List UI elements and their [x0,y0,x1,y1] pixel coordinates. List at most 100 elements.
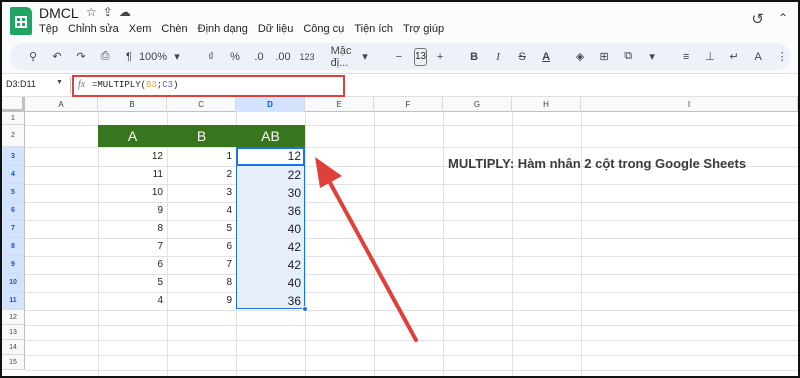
column-header[interactable]: H [512,97,581,112]
header-cell-b[interactable]: B [167,125,236,147]
sheets-logo-icon[interactable] [10,7,32,35]
currency-format-button[interactable]: ₫ [200,46,222,68]
menu-item[interactable]: Tệp [39,23,58,35]
select-all-corner[interactable] [2,97,25,112]
menu-item[interactable]: Chỉnh sửa [68,23,119,35]
row-header[interactable]: 2 [2,125,25,147]
cell-d5[interactable]: 30 [236,184,301,202]
menu-item[interactable]: Chèn [161,23,187,35]
column-header[interactable]: G [443,97,512,112]
cell-d7[interactable]: 40 [236,220,301,238]
cell-b10[interactable]: 5 [98,274,163,292]
cell-d11[interactable]: 36 [236,292,301,310]
version-history-icon[interactable]: ↺ [751,10,764,28]
cell-d4[interactable]: 22 [236,166,301,184]
cell-c9[interactable]: 7 [167,256,232,274]
collapse-menu-icon[interactable]: ⌃ [778,11,788,25]
print-icon[interactable]: ⎙ [94,46,116,68]
cell-b5[interactable]: 10 [98,184,163,202]
column-header[interactable]: D [236,97,305,112]
merge-cells-icon[interactable]: ⧉ [617,46,639,68]
text-color-button[interactable]: A [535,46,557,68]
row-header[interactable]: 13 [2,325,25,340]
cell-d9[interactable]: 42 [236,256,301,274]
menu-item[interactable]: Công cụ [303,23,344,35]
cell-c6[interactable]: 4 [167,202,232,220]
row-header[interactable]: 4 [2,166,25,184]
cell-c7[interactable]: 5 [167,220,232,238]
text-wrap-icon[interactable]: ↵ [723,46,745,68]
cloud-status-icon[interactable]: ☁ [119,5,131,19]
formula-input[interactable]: =MULTIPLY(B3;C3) [92,80,178,90]
text-rotation-icon[interactable]: A [747,46,769,68]
row-header[interactable]: 8 [2,238,25,256]
font-size-input[interactable]: 13 [414,47,428,66]
font-chevron-down-icon[interactable]: ▾ [354,46,376,68]
cell-b11[interactable]: 4 [98,292,163,310]
column-header[interactable]: E [305,97,374,112]
row-header[interactable]: 6 [2,202,25,220]
font-size-decrease-icon[interactable]: − [388,46,410,68]
column-header[interactable]: C [167,97,236,112]
name-box-chevron-down-icon[interactable]: ▼ [56,79,63,86]
menu-item[interactable]: Dữ liệu [258,23,294,35]
column-header[interactable]: B [98,97,167,112]
fill-handle[interactable] [302,306,308,312]
header-cell-a[interactable]: A [98,125,167,147]
row-header[interactable]: 15 [2,355,25,370]
menu-item[interactable]: Định dạng [198,23,248,35]
cell-d3[interactable]: 12 [236,147,301,166]
row-header[interactable]: 1 [2,112,25,125]
borders-icon[interactable]: ⊞ [593,46,615,68]
percent-format-button[interactable]: % [224,46,246,68]
document-title[interactable]: DMCL [39,5,79,21]
cell-b4[interactable]: 11 [98,166,163,184]
merge-chevron-down-icon[interactable]: ▾ [641,46,663,68]
column-header[interactable]: I [581,97,798,112]
zoom-select[interactable]: 100% [139,46,167,68]
fill-color-icon[interactable]: ◈ [569,46,591,68]
menu-item[interactable]: Xem [129,23,152,35]
row-header[interactable]: 5 [2,184,25,202]
move-folder-icon[interactable]: ⇪ [103,5,113,19]
menu-item[interactable]: Trợ giúp [403,23,444,35]
undo-icon[interactable]: ↶ [46,46,68,68]
row-header[interactable]: 10 [2,274,25,292]
strikethrough-button[interactable]: S [511,46,533,68]
zoom-chevron-down-icon[interactable]: ▾ [166,46,188,68]
cell-b9[interactable]: 6 [98,256,163,274]
bold-button[interactable]: B [463,46,485,68]
font-select[interactable]: Mặc đị... [330,45,352,69]
decrease-decimal-button[interactable]: .0 [248,46,270,68]
vertical-align-icon[interactable]: ⊥ [699,46,721,68]
redo-icon[interactable]: ↷ [70,46,92,68]
row-header[interactable]: 3 [2,147,25,166]
search-menus-icon[interactable]: ⚲ [22,46,44,68]
cell-b8[interactable]: 7 [98,238,163,256]
star-icon[interactable]: ☆ [86,5,97,19]
cell-b6[interactable]: 9 [98,202,163,220]
row-header[interactable]: 14 [2,340,25,355]
cell-d8[interactable]: 42 [236,238,301,256]
row-header[interactable]: 11 [2,292,25,310]
more-options-icon[interactable]: ⋮ [771,46,793,68]
cell-c10[interactable]: 8 [167,274,232,292]
cell-b7[interactable]: 8 [98,220,163,238]
font-size-increase-icon[interactable]: + [429,46,451,68]
name-box[interactable]: D3:D11 [6,79,62,89]
number-format-button[interactable]: 123 [296,46,318,68]
italic-button[interactable]: I [487,46,509,68]
horizontal-align-icon[interactable]: ≡ [675,46,697,68]
column-header[interactable]: A [25,97,98,112]
paint-format-icon[interactable]: ¶ [118,46,140,68]
cell-c11[interactable]: 9 [167,292,232,310]
column-header[interactable]: F [374,97,443,112]
cell-c4[interactable]: 2 [167,166,232,184]
cell-b3[interactable]: 12 [98,147,163,166]
cell-c3[interactable]: 1 [167,147,232,166]
row-header[interactable]: 12 [2,310,25,325]
cell-d6[interactable]: 36 [236,202,301,220]
cell-d10[interactable]: 40 [236,274,301,292]
header-cell-ab[interactable]: AB [236,125,305,147]
cell-c8[interactable]: 6 [167,238,232,256]
